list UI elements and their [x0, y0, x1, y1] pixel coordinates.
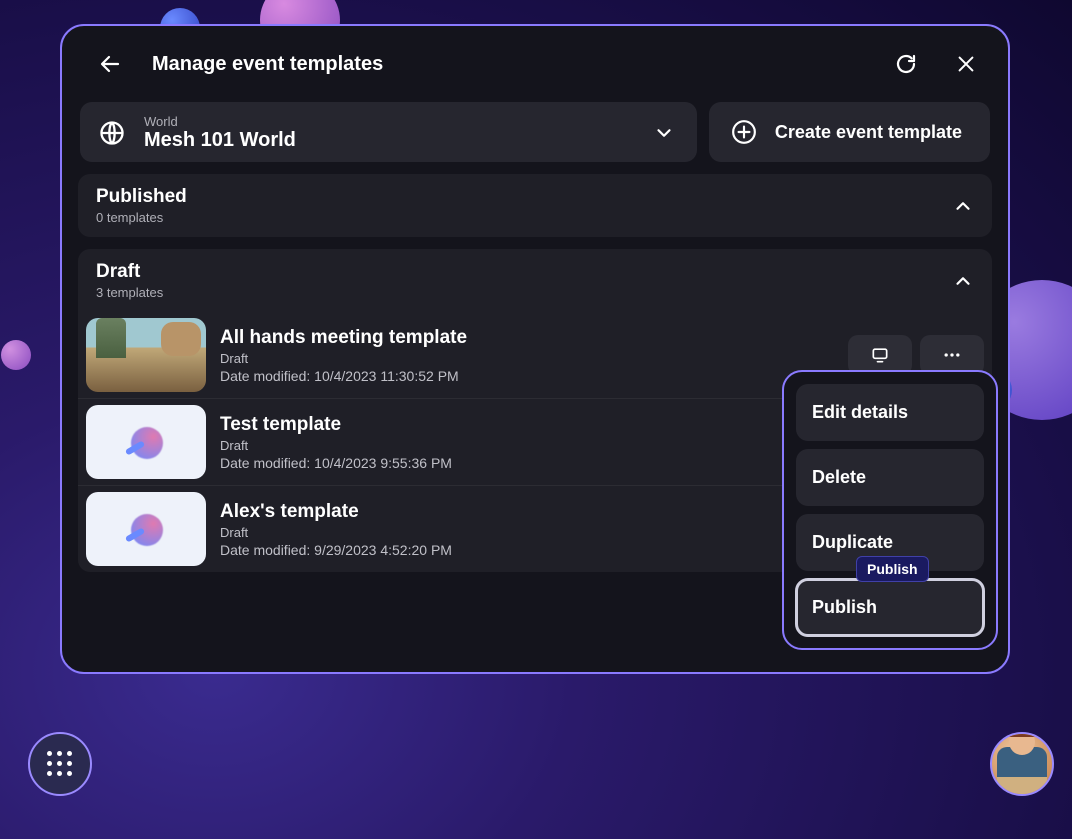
mesh-logo-icon: [123, 506, 169, 552]
close-icon: [955, 53, 977, 75]
toolbar: World Mesh 101 World Create event templa…: [78, 102, 992, 162]
refresh-button[interactable]: [888, 46, 924, 82]
avatar-icon: [997, 747, 1047, 796]
tooltip: Publish: [856, 556, 929, 582]
template-thumbnail: [86, 405, 206, 479]
avatar-button[interactable]: [990, 732, 1054, 796]
create-template-label: Create event template: [775, 122, 962, 143]
world-value: Mesh 101 World: [144, 129, 635, 152]
refresh-icon: [894, 52, 918, 76]
draft-header[interactable]: Draft 3 templates: [78, 249, 992, 312]
section-name: Published: [96, 186, 952, 208]
template-customize-button[interactable]: [848, 335, 912, 375]
back-button[interactable]: [92, 46, 128, 82]
section-count: 3 templates: [96, 285, 952, 300]
menu-publish[interactable]: Publish: [796, 579, 984, 636]
monitor-icon: [870, 345, 890, 365]
chevron-down-icon: [653, 122, 675, 144]
template-thumbnail: [86, 492, 206, 566]
mesh-logo-icon: [123, 419, 169, 465]
template-name: All hands meeting template: [220, 327, 834, 349]
menu-edit-details[interactable]: Edit details: [796, 384, 984, 441]
chevron-up-icon: [952, 195, 974, 217]
template-date: Date modified:10/4/2023 11:30:52 PM: [220, 368, 834, 384]
template-context-menu: Edit details Delete Duplicate Publish: [782, 370, 998, 650]
close-button[interactable]: [948, 46, 984, 82]
world-selector[interactable]: World Mesh 101 World: [80, 102, 697, 162]
decor-orb: [1, 340, 31, 370]
menu-delete[interactable]: Delete: [796, 449, 984, 506]
section-name: Draft: [96, 261, 952, 283]
world-label: World: [144, 114, 635, 129]
arrow-left-icon: [98, 52, 122, 76]
titlebar: Manage event templates: [78, 46, 992, 90]
grid-icon: [47, 751, 73, 777]
window-title: Manage event templates: [152, 53, 383, 76]
template-status: Draft: [220, 351, 834, 366]
section-count: 0 templates: [96, 210, 952, 225]
plus-circle-icon: [731, 119, 757, 145]
template-thumbnail: [86, 318, 206, 392]
published-section: Published 0 templates: [78, 174, 992, 237]
template-more-button[interactable]: [920, 335, 984, 375]
more-icon: [942, 345, 962, 365]
published-header[interactable]: Published 0 templates: [78, 174, 992, 237]
app-menu-button[interactable]: [28, 732, 92, 796]
create-template-button[interactable]: Create event template: [709, 102, 990, 162]
chevron-up-icon: [952, 270, 974, 292]
globe-icon: [98, 119, 126, 147]
